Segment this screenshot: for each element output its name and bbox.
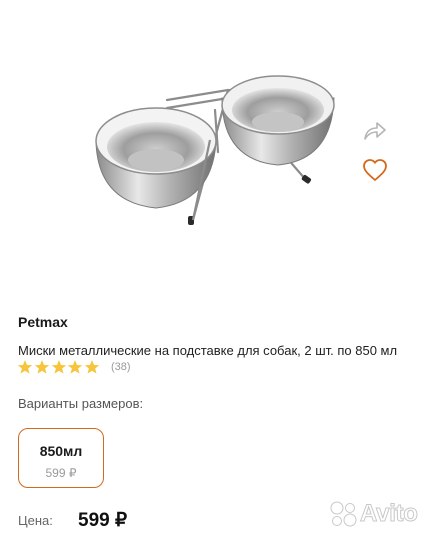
- star-icon: [17, 360, 33, 374]
- avito-watermark: Avito: [328, 500, 418, 528]
- price-label: Цена:: [18, 513, 53, 528]
- product-image: [95, 75, 335, 225]
- star-icon: [51, 360, 66, 374]
- rating[interactable]: (38): [17, 359, 131, 375]
- brand-name[interactable]: Petmax: [18, 314, 68, 330]
- star-icon: [34, 360, 49, 374]
- heart-icon: [363, 159, 387, 181]
- share-button[interactable]: [362, 120, 388, 142]
- star-icon: [68, 360, 83, 374]
- price-value: 599 ₽: [78, 510, 128, 531]
- avito-logo-icon: [330, 501, 357, 527]
- share-arrow-icon: [364, 122, 386, 140]
- watermark-text: Avito: [360, 500, 419, 528]
- star-icon: [84, 360, 100, 374]
- variant-option-850ml[interactable]: 850мл 599 ₽: [18, 428, 104, 488]
- favorite-button[interactable]: [361, 157, 389, 183]
- product-title: Миски металлические на подставке для соб…: [18, 343, 398, 358]
- variants-label: Варианты размеров:: [18, 396, 144, 411]
- variant-price: 599 ₽: [45, 466, 77, 480]
- variant-size: 850мл: [39, 443, 83, 459]
- review-count[interactable]: (38): [111, 361, 131, 373]
